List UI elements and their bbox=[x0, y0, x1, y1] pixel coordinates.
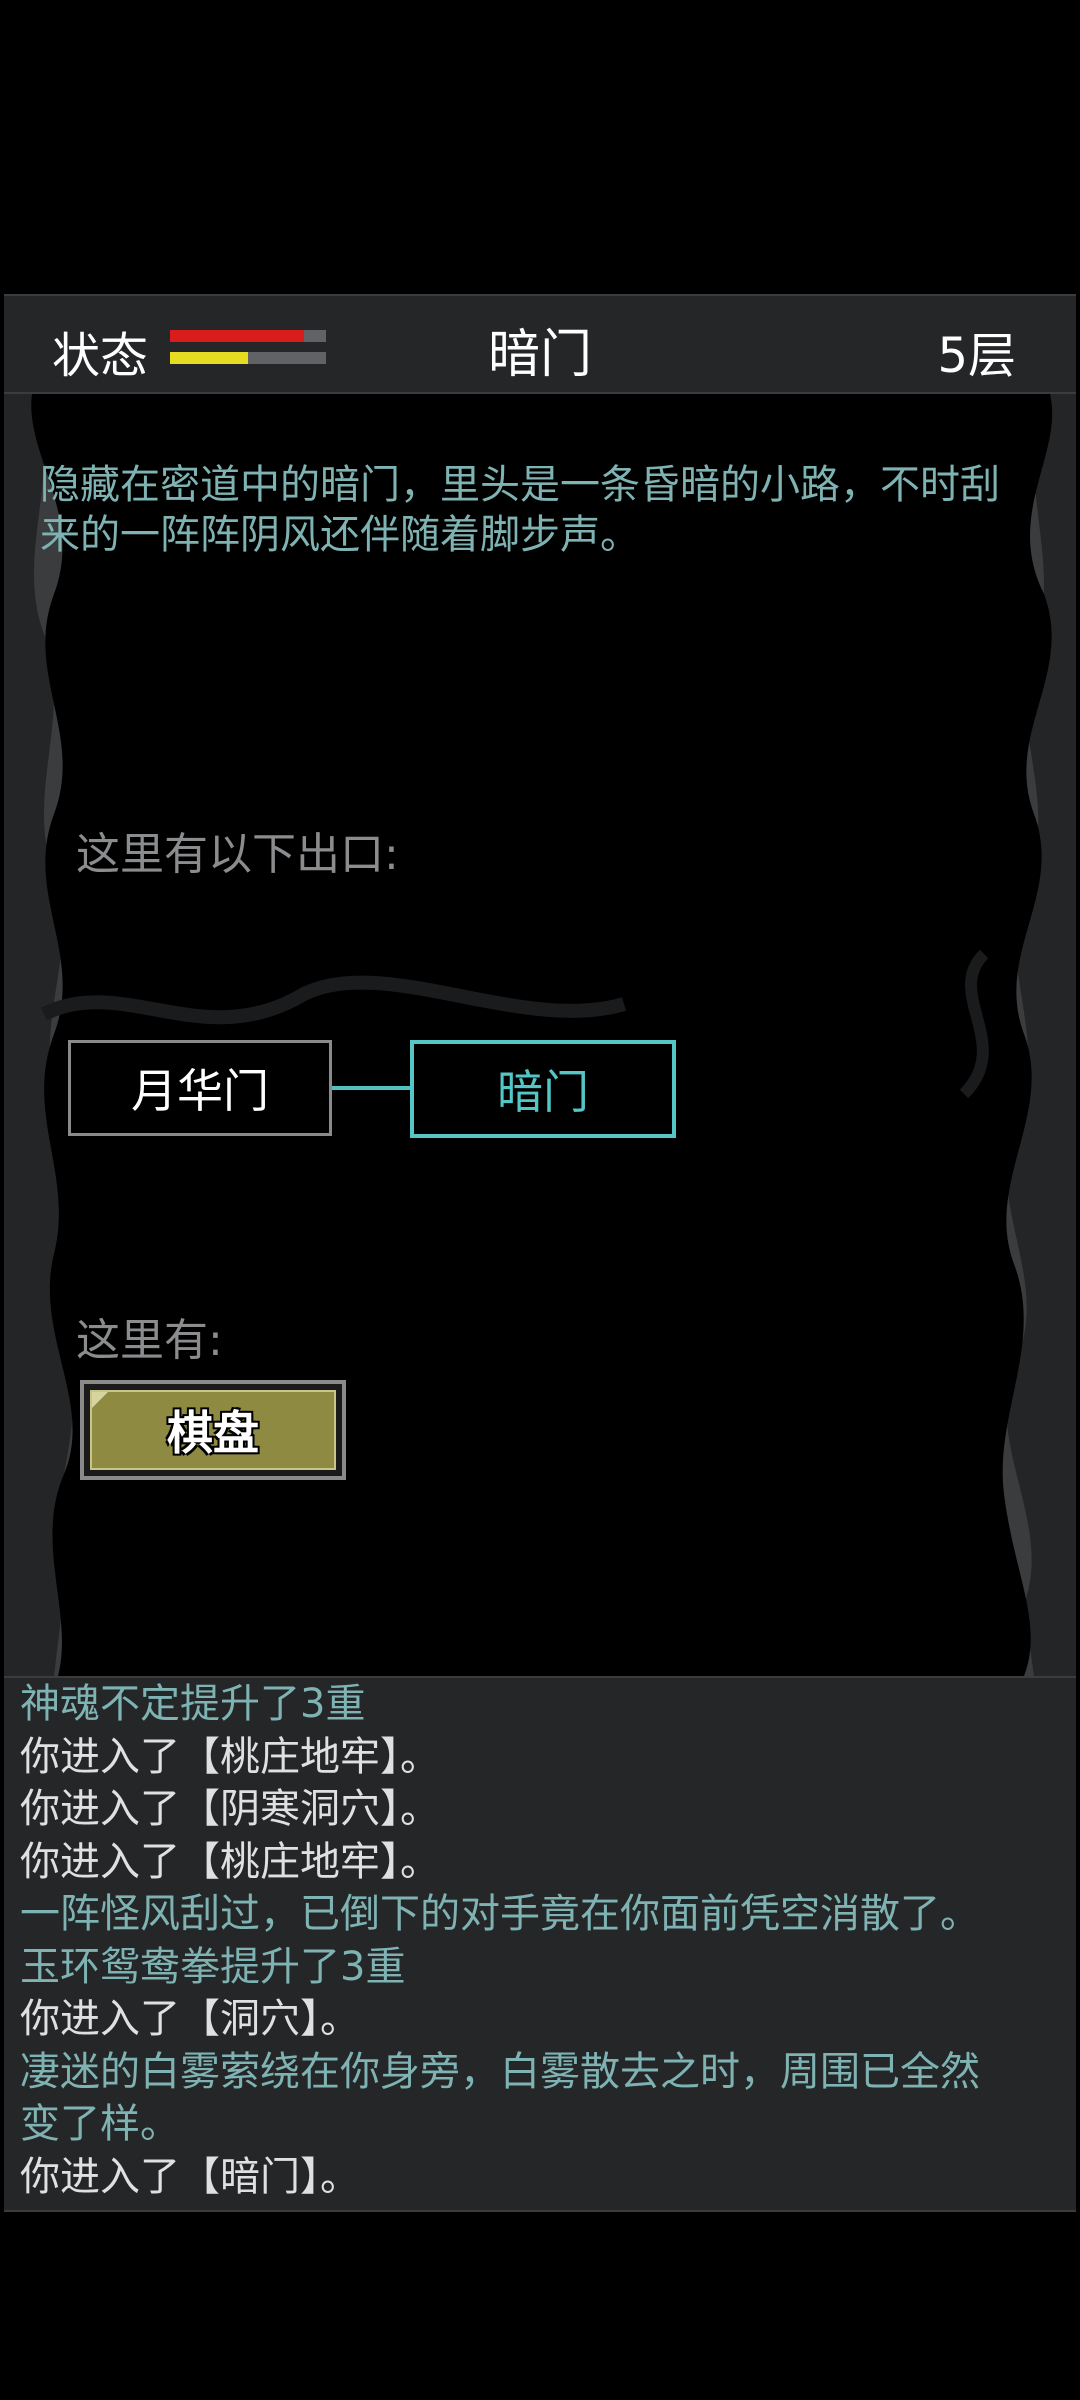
log-line: 玉环鸳鸯拳提升了3重 bbox=[20, 1943, 406, 1990]
log-line: 神魂不定提升了3重 bbox=[20, 1681, 366, 1727]
exit-room-yuehuamen[interactable]: 月华门 bbox=[68, 1040, 332, 1136]
message-log[interactable]: 神魂不定提升了3重你进入了【桃庄地牢】。 你进入了【阴寒洞穴】。 你进入了【桃庄地牢… bbox=[4, 1676, 1076, 2212]
log-line: 一阵怪风刮过，已倒下的对手竟在你面前凭空消散了。 bbox=[20, 1891, 980, 1937]
log-line: 你进入了【暗门】。 bbox=[20, 2153, 360, 2200]
game-screen: 状态 暗门 5层 隐藏在密道中的暗门，里头是一条昏暗的小路，不时刮来的一阵阵阴风… bbox=[0, 0, 1080, 2400]
item-chessboard-button[interactable]: 棋盘 bbox=[80, 1380, 346, 1480]
log-line: 凄迷的白雾萦绕在你身旁，白雾散去之时，周围已全然 bbox=[20, 2048, 980, 2095]
log-line: 变了样。 bbox=[20, 2101, 180, 2147]
cave-wall-background bbox=[4, 394, 1076, 1676]
log-line: 你进入了【阴寒洞穴】。 bbox=[20, 1786, 440, 1832]
log-line: 你进入了【洞穴】。 bbox=[20, 1996, 360, 2042]
log-line: 你进入了【桃庄地牢】。 bbox=[20, 1733, 440, 1780]
room-description: 隐藏在密道中的暗门，里头是一条昏暗的小路，不时刮来的一阵阵阴风还伴随着脚步声。 bbox=[40, 462, 1000, 558]
scene-panel: 隐藏在密道中的暗门，里头是一条昏暗的小路，不时刮来的一阵阵阴风还伴随着脚步声。 … bbox=[4, 394, 1076, 1676]
header-bar: 状态 暗门 5层 bbox=[4, 294, 1076, 394]
room-connector-line bbox=[332, 1086, 414, 1090]
floor-label: 5层 bbox=[937, 328, 1016, 384]
item-corner-mark bbox=[92, 1392, 108, 1408]
item-chessboard-face: 棋盘 bbox=[90, 1390, 336, 1470]
location-title: 暗门 bbox=[487, 325, 592, 385]
log-line: 你进入了【桃庄地牢】。 bbox=[20, 1838, 440, 1885]
current-room-anmen[interactable]: 暗门 bbox=[410, 1040, 676, 1138]
here-label: 这里有: bbox=[76, 1315, 223, 1366]
exits-label: 这里有以下出口: bbox=[76, 829, 399, 880]
item-chessboard-label: 棋盘 bbox=[167, 1406, 259, 1460]
